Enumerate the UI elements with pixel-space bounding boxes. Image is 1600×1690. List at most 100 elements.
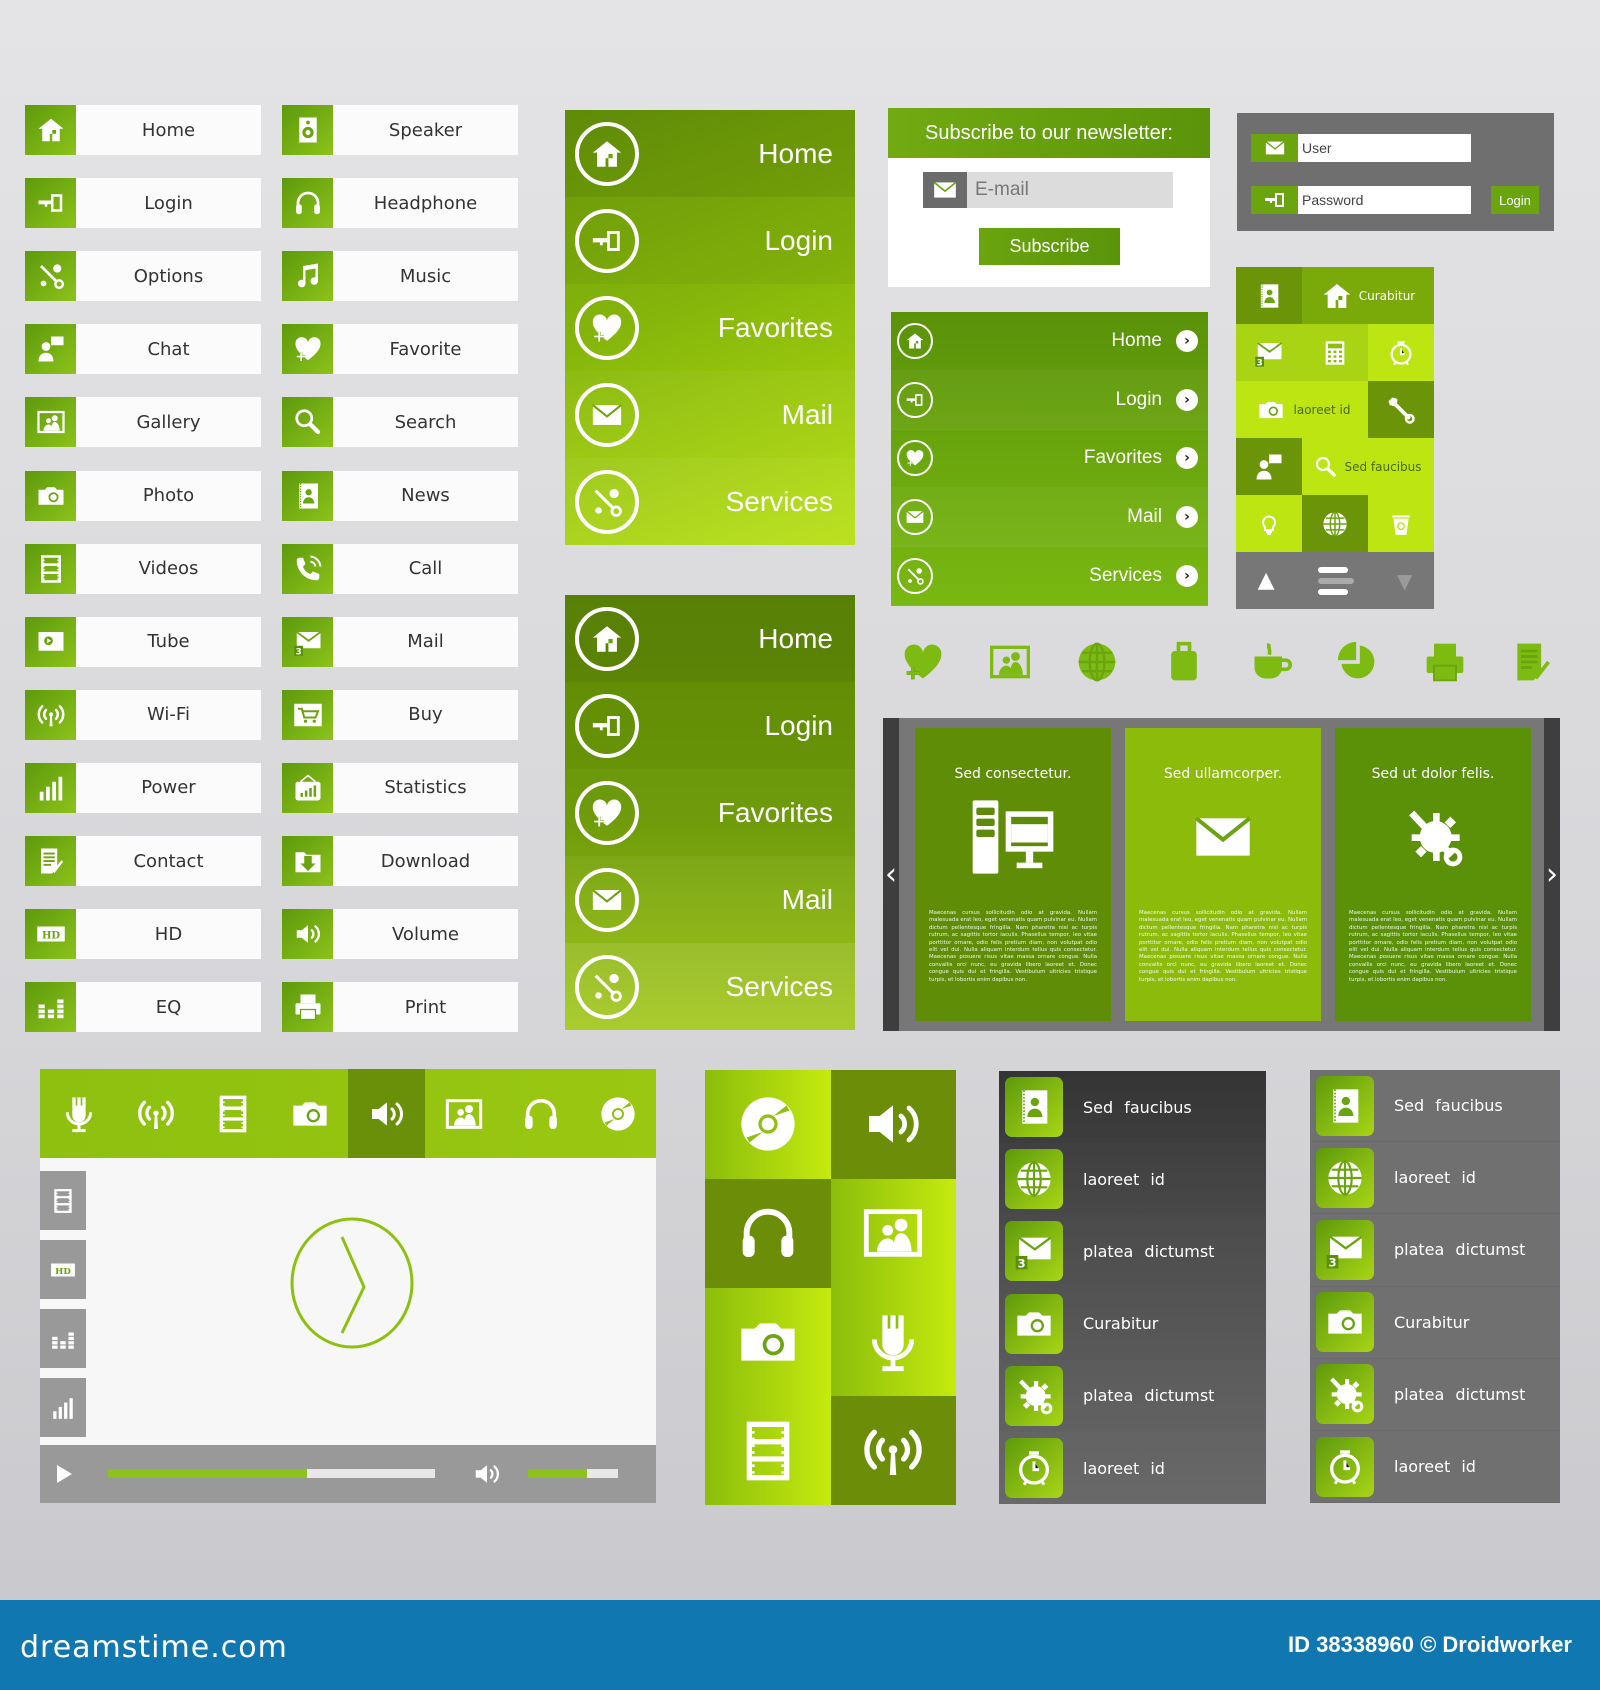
list-item[interactable]: laoreet id [1310, 1142, 1560, 1215]
menu-item-favorites[interactable]: Favorites [565, 284, 855, 371]
icon-button-wifi[interactable]: Wi-Fi [25, 689, 261, 740]
icon-button-music[interactable]: Music [282, 251, 518, 302]
toolbar-button[interactable] [348, 1069, 425, 1158]
icon-row-item[interactable] [1417, 634, 1473, 690]
icon-row-item[interactable] [1156, 634, 1212, 690]
sidebar-button[interactable] [40, 1240, 86, 1299]
menu-item-home[interactable]: Home [565, 110, 855, 197]
icon-row-item[interactable] [1069, 634, 1125, 690]
icon-button-download[interactable]: Download [282, 836, 518, 886]
menu-item-home[interactable]: Home [565, 595, 855, 682]
list-item[interactable]: platea dictumst [1310, 1359, 1560, 1431]
icon-button-buy[interactable]: Buy [282, 689, 518, 740]
toolbar-button[interactable] [271, 1069, 348, 1158]
icon-row-item[interactable] [895, 634, 951, 690]
icon-row-item[interactable] [982, 634, 1038, 690]
tile-laoreet[interactable]: laoreet id [1236, 381, 1368, 438]
menu-item-favorites[interactable]: Favorites [565, 769, 855, 856]
icon-button-videos[interactable]: Videos [25, 543, 261, 594]
icon-button-headphone[interactable]: Headphone [282, 178, 518, 229]
icon-button-hd[interactable]: HD [25, 909, 261, 960]
icon-button-statistics[interactable]: Statistics [282, 762, 518, 813]
list-item[interactable]: laoreet id [999, 1432, 1266, 1504]
tile-wrench[interactable] [1368, 381, 1434, 438]
up-arrow-icon[interactable]: ▲ [1258, 568, 1275, 593]
email-field[interactable]: E-mail [923, 172, 1173, 208]
small-menu-item-home[interactable]: Home › [891, 312, 1208, 371]
tile-alarm[interactable] [1368, 324, 1434, 381]
slider-next-button[interactable]: › [1544, 718, 1560, 1031]
list-item[interactable]: platea dictumst [1310, 1214, 1560, 1287]
icon-button-favorite[interactable]: Favorite [282, 324, 518, 375]
icon-button-gallery[interactable]: Gallery [25, 397, 261, 448]
slider-card[interactable]: Sed consectetur. Maecenas cursus sollicit… [915, 728, 1111, 1021]
slider-card[interactable]: Sed ut dolor felis. Maecenas cursus solli… [1335, 728, 1531, 1021]
password-field[interactable]: Password [1251, 186, 1471, 214]
icon-button-print[interactable]: Print [282, 982, 518, 1033]
sidebar-button[interactable] [40, 1378, 86, 1437]
icon-button-call[interactable]: Call [282, 543, 518, 594]
icon-button-home[interactable]: Home [25, 105, 261, 155]
media-tile[interactable] [830, 1070, 956, 1179]
media-tile[interactable] [705, 1178, 831, 1288]
small-menu-item-services[interactable]: Services › [891, 547, 1208, 606]
icon-button-photo[interactable]: Photo [25, 470, 261, 521]
media-tile[interactable] [830, 1178, 956, 1288]
list-item[interactable]: Curabitur [999, 1287, 1266, 1360]
progress-slider[interactable] [108, 1469, 435, 1478]
icon-button-eq[interactable]: EQ [25, 982, 261, 1033]
icon-button-volume[interactable]: Volume [282, 909, 518, 960]
toolbar-button[interactable] [117, 1069, 194, 1158]
toolbar-button[interactable] [194, 1069, 271, 1158]
slider-card[interactable]: Sed ullamcorper. Maecenas cursus sollicit… [1125, 728, 1321, 1021]
media-tile[interactable] [705, 1287, 831, 1397]
icon-row-item[interactable] [1243, 634, 1299, 690]
list-item[interactable]: platea dictumst [999, 1359, 1266, 1432]
list-item[interactable]: Sed faucibus [999, 1071, 1266, 1144]
subscribe-button[interactable]: Subscribe [979, 228, 1120, 265]
tile-chat[interactable] [1236, 438, 1302, 495]
user-field[interactable]: User [1251, 134, 1471, 162]
tile-contacts[interactable] [1236, 267, 1302, 324]
icon-button-speaker[interactable]: Speaker [282, 105, 518, 155]
icon-button-news[interactable]: News [282, 470, 518, 521]
tile-sed-faucibus[interactable]: Sed faucibus [1302, 438, 1434, 495]
list-item[interactable]: laoreet id [999, 1143, 1266, 1216]
menu-item-login[interactable]: Login [565, 682, 855, 769]
toolbar-button[interactable] [425, 1069, 502, 1158]
icon-button-search[interactable]: Search [282, 397, 518, 448]
menu-item-services[interactable]: Services [565, 458, 855, 545]
tile-globe[interactable] [1302, 495, 1368, 552]
play-button[interactable] [52, 1461, 76, 1487]
media-tile[interactable] [705, 1070, 831, 1179]
icon-row-item[interactable] [1504, 634, 1560, 690]
small-menu-item-mail[interactable]: Mail › [891, 488, 1208, 548]
login-button[interactable]: Login [1491, 186, 1539, 214]
volume-icon[interactable] [470, 1459, 504, 1489]
icon-button-contact[interactable]: Contact [25, 836, 261, 886]
toolbar-button[interactable] [502, 1069, 579, 1158]
toolbar-button[interactable] [40, 1069, 117, 1158]
icon-button-mail[interactable]: Mail [282, 616, 518, 667]
list-item[interactable]: laoreet id [1310, 1431, 1560, 1504]
tile-calculator[interactable] [1302, 324, 1368, 381]
tile-trash[interactable] [1368, 495, 1434, 552]
list-item[interactable]: Curabitur [1310, 1287, 1560, 1359]
icon-button-power[interactable]: Power [25, 762, 261, 813]
tile-idea[interactable] [1236, 495, 1302, 552]
drag-handle-icon[interactable] [1317, 566, 1354, 595]
icon-button-chat[interactable]: Chat [25, 324, 261, 375]
volume-slider[interactable] [528, 1469, 618, 1478]
tile-mail[interactable] [1236, 324, 1302, 381]
menu-item-mail[interactable]: Mail [565, 856, 855, 943]
sidebar-button[interactable] [40, 1309, 86, 1368]
icon-button-login[interactable]: Login [25, 178, 261, 229]
tile-curabitur[interactable]: Curabitur [1302, 267, 1434, 324]
menu-item-login[interactable]: Login [565, 197, 855, 284]
media-tile[interactable] [830, 1287, 956, 1397]
down-arrow-icon[interactable]: ▼ [1397, 569, 1412, 593]
play-overlay-button[interactable] [290, 1217, 414, 1349]
list-item[interactable]: platea dictumst [999, 1215, 1266, 1288]
icon-row-item[interactable] [1330, 634, 1386, 690]
icon-button-tube[interactable]: Tube [25, 616, 261, 667]
